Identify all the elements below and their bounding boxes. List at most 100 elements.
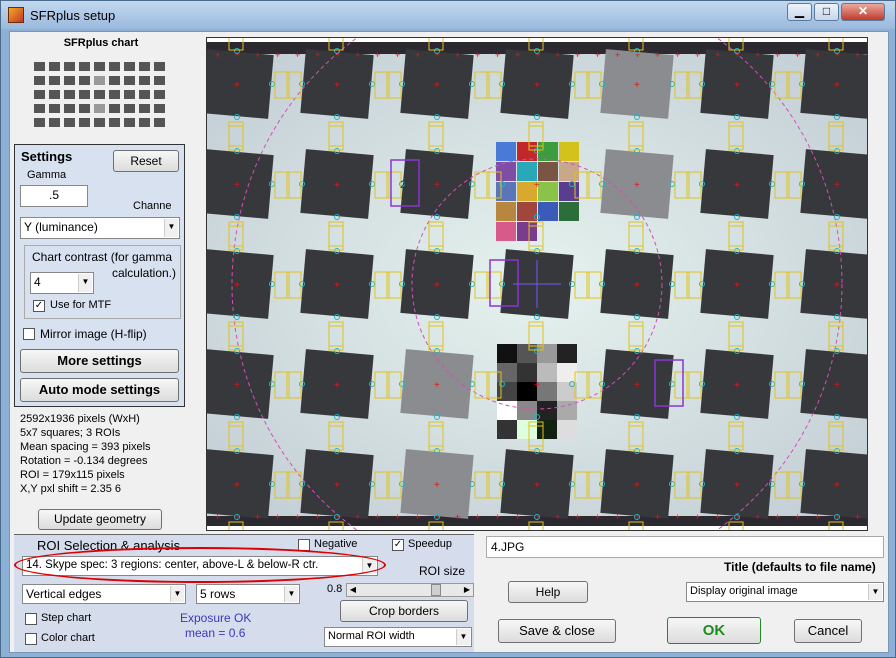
center-marker: + <box>834 480 840 491</box>
edge-marker: + <box>395 512 400 522</box>
thumbnail-square <box>154 90 165 99</box>
contrast-value: 4 <box>34 275 41 289</box>
thumbnail-square <box>34 104 45 113</box>
channel-value: Y (luminance) <box>24 220 98 234</box>
crop-borders-button[interactable]: Crop borders <box>340 600 468 622</box>
edge-marker: + <box>515 50 520 60</box>
chevron-down-icon: ▼ <box>868 584 882 600</box>
use-for-mtf-checkbox[interactable]: ✓ <box>33 300 45 312</box>
edge-marker: + <box>275 512 280 522</box>
help-button[interactable]: Help <box>508 581 588 603</box>
center-marker: + <box>634 480 640 491</box>
slider-left-arrow[interactable]: ◀ <box>348 585 358 595</box>
maximize-button[interactable]: □ <box>814 3 839 21</box>
auto-mode-settings-button[interactable]: Auto mode settings <box>20 378 179 402</box>
channel-select[interactable]: Y (luminance) ▼ <box>20 217 180 239</box>
edge-marker: + <box>515 512 520 522</box>
exposure-status: Exposure OK <box>180 611 252 625</box>
chart-square <box>200 249 274 319</box>
center-marker: + <box>534 480 540 491</box>
edge-marker: + <box>375 512 380 522</box>
thumbnail-square <box>64 62 75 71</box>
color-patch <box>559 202 579 221</box>
contrast-label-1: Chart contrast (for gamma <box>32 250 173 264</box>
title-bar[interactable]: SFRplus setup ▁ □ ✕ <box>1 1 895 29</box>
save-close-button[interactable]: Save & close <box>498 619 616 643</box>
contrast-select[interactable]: 4 ▼ <box>30 272 94 294</box>
center-marker: + <box>434 280 440 291</box>
mirror-checkbox[interactable] <box>23 328 35 340</box>
center-marker: + <box>234 280 240 291</box>
gray-patch <box>537 420 557 439</box>
speedup-label: Speedup <box>408 538 453 550</box>
edges-value: Vertical edges <box>26 587 102 601</box>
edge-marker: + <box>375 50 380 60</box>
color-patch <box>496 222 516 241</box>
chevron-down-icon: ▼ <box>170 586 184 602</box>
thumbnail-square <box>79 104 90 113</box>
center-marker: + <box>634 80 640 91</box>
center-marker: + <box>434 380 440 391</box>
roi-size-slider[interactable]: ◀ ▶ <box>346 583 474 597</box>
edge-marker: + <box>595 50 600 60</box>
color-chart-checkbox[interactable] <box>25 633 37 645</box>
thumbnail-square <box>79 118 90 127</box>
edges-select[interactable]: Vertical edges ▼ <box>22 584 186 604</box>
window-title: SFRplus setup <box>30 8 116 23</box>
rows-select[interactable]: 5 rows ▼ <box>196 584 300 604</box>
thumbnail-square <box>94 104 105 113</box>
gamma-label: Gamma <box>27 169 67 181</box>
thumbnail-square <box>34 76 45 85</box>
slider-thumb[interactable] <box>431 584 441 596</box>
minimize-button[interactable]: ▁ <box>787 3 812 21</box>
file-name-field[interactable]: 4.JPG <box>486 536 884 558</box>
thumbnail-square <box>124 62 135 71</box>
edge-marker: + <box>215 512 220 522</box>
edge-marker: + <box>295 512 300 522</box>
thumbnail-square <box>154 118 165 127</box>
gray-patch <box>557 344 577 363</box>
thumbnail-square <box>124 104 135 113</box>
color-patch <box>517 142 537 161</box>
edge-marker: + <box>415 50 420 60</box>
edge-marker: + <box>775 50 780 60</box>
cancel-button[interactable]: Cancel <box>794 619 862 643</box>
roi-width-select[interactable]: Normal ROI width ▼ <box>324 627 472 647</box>
thumbnail-square <box>94 118 105 127</box>
thumbnail-square <box>154 104 165 113</box>
center-marker: + <box>834 380 840 391</box>
chart-thumbnail-title: SFRplus chart <box>63 37 139 49</box>
chart-image-view[interactable]: + + + + + + + + + + + + + + + + + + + + + + + + + + + + + + + + + + + + + + + +… <box>186 0 890 590</box>
edge-marker: + <box>595 512 600 522</box>
edge-marker: + <box>475 512 480 522</box>
chevron-down-icon: ▼ <box>164 219 178 237</box>
close-button[interactable]: ✕ <box>841 3 885 21</box>
thumbnail-square <box>79 62 90 71</box>
display-select[interactable]: Display original image ▼ <box>686 582 884 602</box>
info-spacing: Mean spacing = 393 pixels <box>20 441 151 453</box>
edge-marker: + <box>615 50 620 60</box>
chevron-down-icon: ▼ <box>284 586 298 602</box>
center-marker: + <box>734 380 740 391</box>
color-patch <box>517 202 537 221</box>
edge-marker: + <box>715 50 720 60</box>
color-chart-label: Color chart <box>41 632 95 644</box>
gamma-input[interactable]: .5 <box>20 185 88 207</box>
update-geometry-button[interactable]: Update geometry <box>38 509 162 530</box>
reset-button[interactable]: Reset <box>113 150 179 172</box>
edge-marker: + <box>775 512 780 522</box>
chart-thumbnail <box>30 58 170 134</box>
more-settings-button[interactable]: More settings <box>20 349 179 373</box>
center-marker: + <box>334 280 340 291</box>
step-chart-checkbox[interactable] <box>25 613 37 625</box>
thumbnail-square <box>79 90 90 99</box>
thumbnail-square <box>109 76 120 85</box>
highlight-ellipse <box>14 547 386 583</box>
ok-button[interactable]: OK <box>667 617 761 644</box>
center-marker: + <box>734 180 740 191</box>
thumbnail-square <box>124 118 135 127</box>
speedup-checkbox[interactable]: ✓ <box>392 539 404 551</box>
thumbnail-square <box>109 62 120 71</box>
step-chart-label: Step chart <box>41 612 92 624</box>
slider-right-arrow[interactable]: ▶ <box>462 585 472 595</box>
